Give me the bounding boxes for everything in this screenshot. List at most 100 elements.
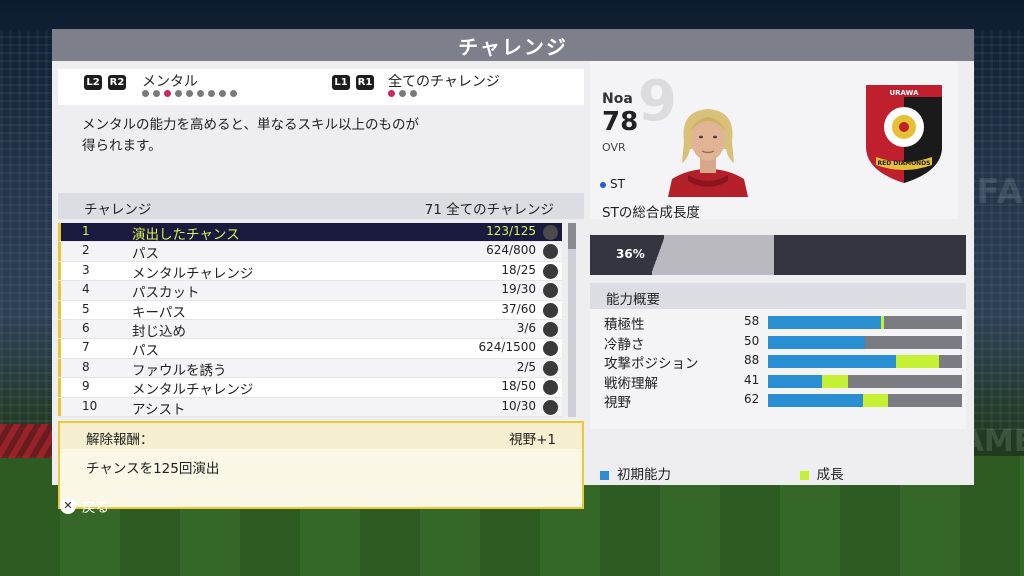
challenge-name: メンタルチャレンジ <box>132 382 254 399</box>
l1-button[interactable]: L1 <box>332 75 350 90</box>
growth-bar-edge <box>652 235 664 275</box>
challenge-list: 1 演出したチャンス 123/125 2 パス 624/800 3 メンタルチャレンジ 18/2… <box>58 223 562 418</box>
list-header-count: 71 全てのチャレンジ <box>424 202 554 218</box>
challenge-progress: 19/30 <box>501 282 536 297</box>
challenge-name: パスカット <box>132 285 200 302</box>
status-circle-icon <box>543 244 558 260</box>
page-title: チャレンジ <box>458 34 568 59</box>
attribute-base-fill <box>768 355 897 368</box>
challenge-row[interactable]: 10 アシスト 10/30 <box>58 397 562 418</box>
attribute-value: 50 <box>744 333 760 348</box>
challenge-row[interactable]: 8 ファウルを誘う 2/5 <box>58 358 562 379</box>
challenge-progress: 123/125 <box>486 224 536 238</box>
attribute-summary: 能力概要 積極性 58 冷静さ 50 攻撃ポジション 88 戦術理解 41 視野 62 <box>590 283 966 429</box>
category-label: メンタル <box>142 74 198 90</box>
reward-value: 視野+1 <box>509 432 556 448</box>
list-header: チャレンジ 71 全てのチャレンジ <box>58 193 584 219</box>
crest-top-text: URAWA <box>889 89 919 97</box>
page-dot <box>153 90 160 97</box>
challenge-name: メンタルチャレンジ <box>132 265 254 282</box>
attribute-header-title: 能力概要 <box>606 292 660 308</box>
status-circle-icon <box>543 380 558 396</box>
attribute-growth-fill <box>863 394 889 407</box>
challenge-number: 1 <box>82 224 90 238</box>
status-circle-icon <box>543 360 558 376</box>
challenge-name: 封じ込め <box>132 323 186 340</box>
challenge-row[interactable]: 2 パス 624/800 <box>58 242 562 263</box>
challenge-name: アシスト <box>132 401 186 418</box>
attribute-name: 冷静さ <box>604 336 645 353</box>
page-dot <box>388 90 395 97</box>
challenge-number: 10 <box>82 398 98 413</box>
legend: 初期能力 成長 <box>600 463 844 483</box>
attribute-bar <box>768 374 962 388</box>
decor-stripe <box>0 424 52 458</box>
challenge-number: 8 <box>82 359 90 374</box>
challenge-row[interactable]: 3 メンタルチャレンジ 18/25 <box>58 261 562 282</box>
status-circle-icon <box>543 302 558 318</box>
challenge-number: 6 <box>82 320 90 335</box>
attribute-name: 視野 <box>604 395 631 411</box>
player-ovr: 78 <box>602 107 639 137</box>
attribute-name: 積極性 <box>604 317 645 333</box>
growth-label: STの総合成長度 <box>602 205 700 221</box>
page-dot <box>142 90 149 97</box>
challenge-row[interactable]: 9 メンタルチャレンジ 18/50 <box>58 378 562 399</box>
challenge-progress: 18/50 <box>501 379 536 394</box>
attribute-row: 冷静さ 50 <box>590 333 966 353</box>
back-label[interactable]: 戻る <box>82 496 109 516</box>
player-name: Noa <box>602 91 633 107</box>
growth-bar: 36% <box>590 235 966 275</box>
challenge-panel: チャレンジ L2 R2 メンタル L1 R1 全てのチャレンジ メンタルの能力を… <box>52 29 974 509</box>
r2-button[interactable]: R2 <box>108 75 126 90</box>
reward-header: 解除報酬： 視野+1 <box>60 423 582 449</box>
status-circle-icon <box>543 225 558 240</box>
challenge-number: 3 <box>82 262 90 277</box>
back-hint[interactable]: ✕ 戻る <box>60 496 109 516</box>
page-dot <box>197 90 204 97</box>
page-dot <box>410 90 417 97</box>
status-circle-icon <box>543 399 558 415</box>
challenge-number: 4 <box>82 282 90 297</box>
status-circle-icon <box>543 283 558 299</box>
status-circle-icon <box>543 341 558 357</box>
attribute-value: 88 <box>744 353 760 367</box>
challenge-number: 7 <box>82 340 90 355</box>
category-description: メンタルの能力を高めると、単なるスキル以上のものが 得られます。 <box>58 111 584 191</box>
l2-button[interactable]: L2 <box>84 75 102 90</box>
attribute-bar <box>768 335 962 349</box>
status-circle-icon <box>543 263 558 279</box>
challenge-row[interactable]: 5 キーパス 37/60 <box>58 300 562 321</box>
scrollbar-thumb[interactable] <box>568 223 576 249</box>
filter-label: 全てのチャレンジ <box>388 74 500 90</box>
challenge-progress: 10/30 <box>501 398 536 413</box>
attribute-base-fill <box>768 316 881 329</box>
challenge-name: パス <box>132 246 159 263</box>
challenge-row[interactable]: 4 パスカット 19/30 <box>58 281 562 302</box>
attribute-name: 攻撃ポジション <box>604 356 699 372</box>
page-dot <box>164 90 171 97</box>
challenge-row[interactable]: 6 封じ込め 3/6 <box>58 319 562 340</box>
attribute-growth-fill <box>822 374 848 388</box>
challenge-row[interactable]: 7 パス 624/1500 <box>58 339 562 360</box>
attribute-header: 能力概要 <box>590 283 966 309</box>
challenge-row[interactable]: 1 演出したチャンス 123/125 <box>58 223 562 243</box>
list-header-title: チャレンジ <box>84 202 152 218</box>
attribute-name: 戦術理解 <box>604 375 658 392</box>
player-position: ST <box>600 177 625 191</box>
category-nav: L2 R2 メンタル L1 R1 全てのチャレンジ <box>58 69 584 105</box>
challenge-progress: 18/25 <box>501 262 536 277</box>
challenge-name: パス <box>132 343 159 360</box>
r1-button[interactable]: R1 <box>356 75 374 90</box>
attribute-bar <box>768 316 962 329</box>
attribute-base-fill <box>768 374 823 388</box>
cross-button-icon[interactable]: ✕ <box>60 498 76 514</box>
challenge-name: ファウルを誘う <box>132 362 227 379</box>
growth-percent: 36% <box>616 247 645 261</box>
challenge-number: 5 <box>82 301 90 316</box>
club-crest-icon: URAWA RED DIAMONDS <box>866 85 942 183</box>
attribute-row: 積極性 58 <box>590 313 966 333</box>
attribute-bar <box>768 355 962 368</box>
list-scrollbar[interactable] <box>568 223 576 417</box>
description-line: メンタルの能力を高めると、単なるスキル以上のものが <box>82 117 419 133</box>
